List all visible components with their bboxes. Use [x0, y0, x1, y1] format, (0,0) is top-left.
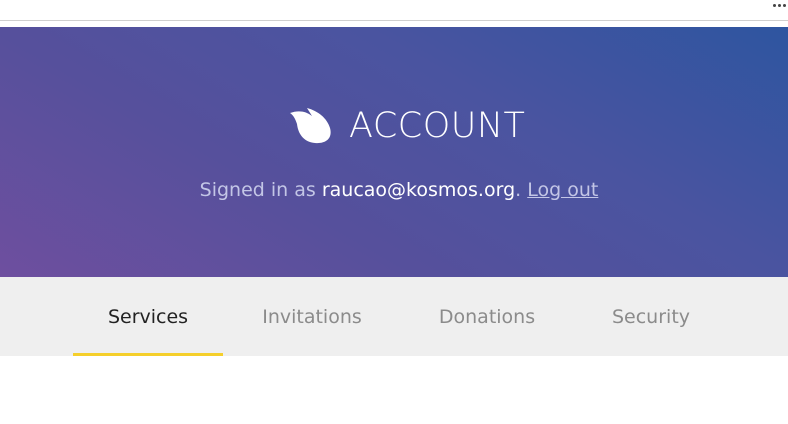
tab-security[interactable]: Security: [576, 277, 726, 356]
kosmos-wing-logo-icon: [290, 108, 331, 144]
account-header: ACCOUNT Signed in as raucao@kosmos.org. …: [0, 27, 788, 277]
ellipsis-icon[interactable]: [772, 0, 788, 12]
account-tabs: Services Invitations Donations Security: [0, 277, 788, 356]
tab-donations[interactable]: Donations: [412, 277, 562, 356]
signed-in-label: Signed in as: [199, 179, 316, 201]
user-email: raucao@kosmos.org: [321, 179, 516, 201]
separator-dot: .: [515, 179, 522, 201]
logout-link[interactable]: Log out: [527, 179, 598, 201]
page-title: ACCOUNT: [349, 106, 526, 146]
signed-in-status: Signed in as raucao@kosmos.org. Log out: [0, 178, 788, 202]
header-title-row: ACCOUNT: [289, 101, 525, 151]
tab-services[interactable]: Services: [73, 277, 223, 356]
browser-top-bar: [0, 0, 788, 21]
tab-invitations[interactable]: Invitations: [237, 277, 387, 356]
